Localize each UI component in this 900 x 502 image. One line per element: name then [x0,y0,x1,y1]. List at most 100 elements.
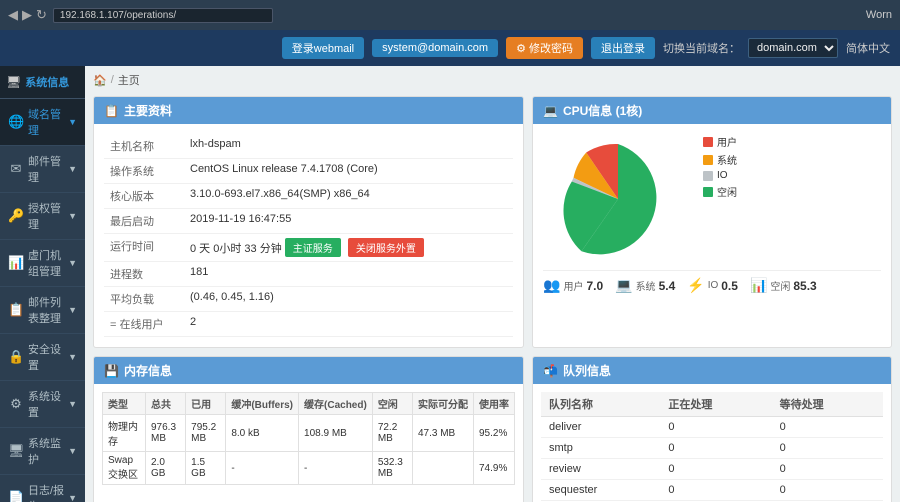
sidebar-label-domain: 域名管理 [28,106,64,138]
table-row: 平均负载 (0.46, 0.45, 1.16) [104,287,513,312]
sidebar-item-security[interactable]: 🔒 安全设置 ▼ [0,334,85,381]
app-header: 登录webmail system@domain.com ⚙ 修改密码 退出登录 … [0,30,900,66]
user-icon: 👥 [543,277,560,294]
top-panels-row: 📋 主要资料 主机名称 lxh-dspam 操作系统 CentOS Linux … [93,96,892,348]
row-label: = 在线用户 [104,312,184,337]
legend-item-io: IO [703,170,737,181]
col-type: 类型 [103,393,146,415]
sidebar-item-monitor[interactable]: 🖥 系统监护 ▼ [0,428,85,475]
col-used: 已用 [186,393,226,415]
queue-panel: 📬 队列信息 队列名称 正在处理 等待处理 [532,356,892,502]
mem-free-1: 532.3 MB [372,452,412,485]
sidebar-item-mail[interactable]: ✉ 邮件管理 ▼ [0,146,85,193]
mem-type-1: Swap交换区 [103,452,146,485]
topbar-left: ◀ ▶ ↻ [8,7,866,23]
mem-free-0: 72.2 MB [372,415,412,452]
queue-col-waiting: 等待处理 [772,392,883,417]
sidebar-item-maillist[interactable]: 📋 邮件列表整理 ▼ [0,287,85,334]
domain-select[interactable]: domain.com [748,38,838,58]
main-info-panel: 📋 主要资料 主机名称 lxh-dspam 操作系统 CentOS Linux … [93,96,524,348]
stat-io-label: IO [708,280,719,291]
col-avail: 实际可分配 [412,393,473,415]
bottom-panels-row: 💾 内存信息 类型 总共 已用 缓冲(Buffers) 缓存(Cached) [93,356,892,502]
table-row: = 在线用户 2 [104,312,513,337]
queue-name-1: smtp [541,438,660,459]
col-free: 空闲 [372,393,412,415]
chevron-down-icon-5: ▼ [68,305,77,315]
table-row: review 0 0 [541,459,883,480]
row-label: 进程数 [104,262,184,287]
legend-dot-system [703,155,713,165]
sidebar-item-sysconfig[interactable]: ⚙ 系统设置 ▼ [0,381,85,428]
mem-cached-0: 108.9 MB [299,415,373,452]
chevron-down-icon: ▼ [68,117,77,127]
sidebar-label-auth: 授权管理 [28,200,64,232]
row-value: lxh-dspam [184,134,513,159]
queue-col-processing: 正在处理 [660,392,771,417]
idle-icon: 📊 [750,277,767,294]
breadcrumb-separator: / [111,74,114,86]
gear-icon: ⚙ [516,43,526,55]
system-email-button[interactable]: system@domain.com [372,39,498,57]
mem-buffers-1: - [226,452,299,485]
legend-label-io: IO [717,170,728,181]
queue-panel-body: 队列名称 正在处理 等待处理 deliver 0 0 [533,384,891,502]
main-info-header: 📋 主要资料 [94,97,523,124]
main-content: 🏠 / 主页 📋 主要资料 主机名称 lxh-dspam [85,66,900,502]
col-total: 总共 [146,393,186,415]
row-label: 核心版本 [104,184,184,209]
sidebar: 🖥 系统信息 🌐 域名管理 ▼ ✉ 邮件管理 ▼ 🔑 授权管理 ▼ 📊 虚门机组… [0,66,85,502]
browser-nav[interactable]: ◀ ▶ ↻ [8,7,47,23]
mem-avail-0: 47.3 MB [412,415,473,452]
system-icon: 🖥 [6,75,21,89]
cpu-legend: 用户 系统 IO 空闲 [703,134,737,202]
row-label: 平均负载 [104,287,184,312]
nav-forward-icon[interactable]: ▶ [22,7,32,23]
sidebar-item-log[interactable]: 📄 日志/报告 ▼ [0,475,85,502]
row-value: CentOS Linux release 7.4.1708 (Core) [184,159,513,184]
legend-label-idle: 空闲 [717,184,737,199]
stat-system: 💻 系统 5.4 [615,277,675,294]
stop-service-button[interactable]: 主证服务 [285,238,341,257]
mem-total-1: 2.0 GB [146,452,186,485]
breadcrumb-home-label: 主页 [118,72,140,88]
topbar-title: Worn [866,9,892,21]
table-row: deliver 0 0 [541,417,883,438]
sidebar-label-log: 日志/报告 [28,482,64,502]
stat-user-value: 7.0 [586,279,603,293]
legend-item-idle: 空闲 [703,184,737,199]
sidebar-label-monitor: 系统监护 [28,435,64,467]
row-label: 操作系统 [104,159,184,184]
queue-name-0: deliver [541,417,660,438]
sidebar-item-vm[interactable]: 📊 虚门机组管理 ▼ [0,240,85,287]
settings-button[interactable]: ⚙ 修改密码 [506,37,583,59]
memory-panel-header: 💾 内存信息 [94,357,523,384]
lang-selector[interactable]: 简体中文 [846,40,890,56]
queue-name-2: review [541,459,660,480]
row-value: 3.10.0-693.el7.x86_64(SMP) x86_64 [184,184,513,209]
url-bar[interactable] [53,8,273,23]
mem-cached-1: - [299,452,373,485]
chevron-down-icon-6: ▼ [68,352,77,362]
stat-idle-label: 空闲 [770,278,790,293]
logout-button[interactable]: 退出登录 [591,37,655,59]
nav-refresh-icon[interactable]: ↻ [36,7,47,23]
mem-used-1: 1.5 GB [186,452,226,485]
col-cached: 缓存(Cached) [299,393,373,415]
start-service-button[interactable]: 关闭服务外置 [348,238,424,257]
chevron-down-icon-8: ▼ [68,446,77,456]
nav-back-icon[interactable]: ◀ [8,7,18,23]
cpu-stats-bar: 👥 用户 7.0 💻 系统 5.4 ⚡ IO 0.5 [543,270,881,294]
cpu-panel-body: 用户 系统 IO 空闲 [533,124,891,304]
system-stat-icon: 💻 [615,277,632,294]
queue-wait-3: 0 [772,480,883,501]
monitor-icon: 🖥 [8,443,24,459]
sidebar-item-auth[interactable]: 🔑 授权管理 ▼ [0,193,85,240]
sidebar-label-sysconfig: 系统设置 [28,388,64,420]
legend-label-system: 系统 [717,152,737,167]
sidebar-item-domain[interactable]: 🌐 域名管理 ▼ [0,99,85,146]
login-webmail-button[interactable]: 登录webmail [282,37,364,59]
main-layout: 🖥 系统信息 🌐 域名管理 ▼ ✉ 邮件管理 ▼ 🔑 授权管理 ▼ 📊 虚门机组… [0,66,900,502]
sidebar-label-vm: 虚门机组管理 [28,247,64,279]
table-row: 进程数 181 [104,262,513,287]
